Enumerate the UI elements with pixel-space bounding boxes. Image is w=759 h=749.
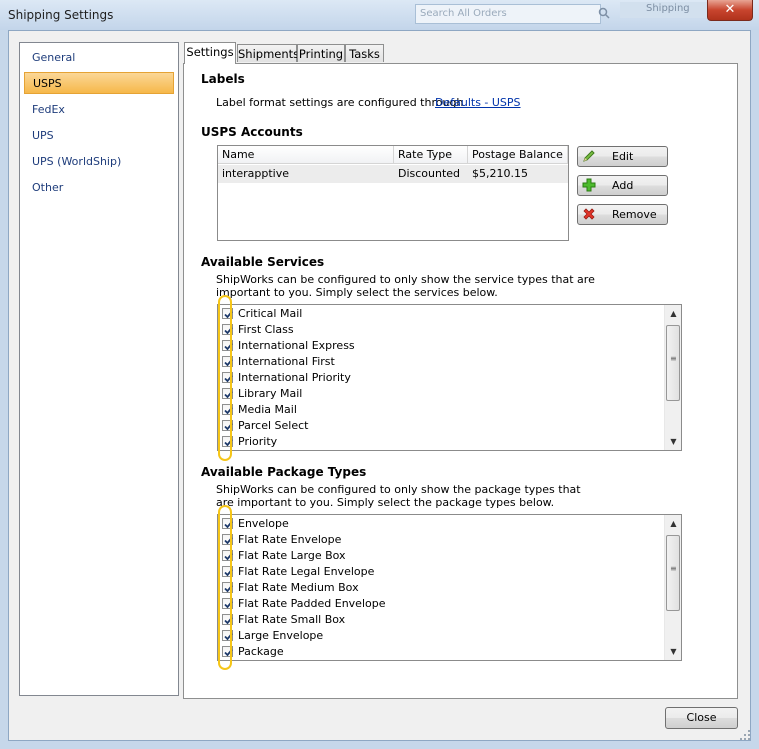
remove-button[interactable]: Remove [577,204,668,225]
list-item-label: International Priority [238,371,351,384]
close-button[interactable]: Close [665,707,738,729]
package-type-item[interactable]: Flat Rate Small Box [220,612,660,628]
packages-description-line-1: ShipWorks can be configured to only show… [216,483,581,496]
sidebar-item-usps[interactable]: USPS [24,72,174,94]
usps-accounts-heading: USPS Accounts [201,125,303,139]
service-item[interactable]: Library Mail [220,386,660,402]
service-item[interactable]: First Class [220,322,660,338]
package-type-item[interactable]: Flat Rate Medium Box [220,580,660,596]
resize-grip-icon[interactable] [739,729,751,741]
cell-name: interapptive [218,165,394,183]
window-close-button[interactable]: ✕ [707,0,753,21]
scroll-up-arrow-icon[interactable]: ▲ [665,305,682,322]
red-x-icon [583,208,595,220]
sidebar: General USPS FedEx UPS UPS (WorldShip) O… [19,42,179,696]
sidebar-item-ups[interactable]: UPS [24,125,174,147]
scroll-thumb[interactable]: ≡ [666,325,680,401]
package-type-item[interactable]: Flat Rate Envelope [220,532,660,548]
add-button[interactable]: Add [577,175,668,196]
sidebar-item-ups-worldship[interactable]: UPS (WorldShip) [24,151,174,173]
available-package-types-heading: Available Package Types [201,465,367,479]
edit-button[interactable]: Edit [577,146,668,167]
list-item-label: Large Envelope [238,629,324,642]
list-item-label: Flat Rate Medium Box [238,581,359,594]
package-types-checklist: ▲ ≡ ▼ Envelope Flat Rate Envelope Flat Rat… [217,514,682,661]
tab-tasks[interactable]: Tasks [345,44,384,62]
search-icon [598,7,610,19]
cell-rate-type: Discounted [394,165,468,183]
scroll-down-arrow-icon[interactable]: ▼ [665,433,682,450]
list-item-label: Envelope [238,517,289,530]
scroll-up-arrow-icon[interactable]: ▲ [665,515,682,532]
list-item-label: Flat Rate Large Box [238,549,346,562]
services-description-line-1: ShipWorks can be configured to only show… [216,273,595,286]
defaults-usps-link[interactable]: Defaults - USPS [435,96,521,109]
service-item[interactable]: Media Mail [220,402,660,418]
scroll-thumb[interactable]: ≡ [666,535,680,611]
list-item-label: Library Mail [238,387,303,400]
tab-printing[interactable]: Printing [297,44,345,62]
scroll-down-arrow-icon[interactable]: ▼ [665,643,682,660]
list-item-label: Media Mail [238,403,297,416]
services-description-line-2: important to you. Simply select the serv… [216,286,498,299]
sidebar-item-fedex[interactable]: FedEx [24,99,174,121]
service-item[interactable]: Critical Mail [220,306,660,322]
service-item[interactable]: Priority [220,434,660,450]
available-services-heading: Available Services [201,255,325,269]
labels-description: Label format settings are configured thr… [216,96,464,109]
sidebar-item-general[interactable]: General [24,47,174,69]
plus-icon [582,178,596,192]
package-type-item[interactable]: Envelope [220,516,660,532]
packages-description-line-2: are important to you. Simply select the … [216,496,555,509]
services-scrollbar[interactable]: ▲ ≡ ▼ [664,305,681,450]
list-item-label: Package [238,645,284,658]
list-item-label: First Class [238,323,294,336]
services-checklist: ▲ ≡ ▼ Critical Mail First Class Internatio… [217,304,682,451]
labels-heading: Labels [201,72,245,86]
service-item[interactable]: International First [220,354,660,370]
list-item-label: Flat Rate Envelope [238,533,342,546]
service-item[interactable]: Parcel Select [220,418,660,434]
list-item-label: Flat Rate Small Box [238,613,346,626]
highlight-ellipse-services [218,295,232,461]
list-item-label: Flat Rate Padded Envelope [238,597,386,610]
accounts-grid: Name Rate Type Postage Balance interappt… [217,145,569,241]
service-item[interactable]: International Priority [220,370,660,386]
close-icon: ✕ [724,2,736,17]
package-type-item[interactable]: Flat Rate Legal Envelope [220,564,660,580]
window-title: Shipping Settings [8,8,114,22]
add-label: Add [612,179,634,192]
list-item-label: Priority [238,435,278,448]
list-item-label: International Express [238,339,355,352]
package-type-item[interactable]: Flat Rate Padded Envelope [220,596,660,612]
tab-settings[interactable]: Settings [184,42,236,64]
column-header-postage-balance[interactable]: Postage Balance [468,146,568,164]
package-type-item[interactable]: Large Envelope [220,628,660,644]
highlight-ellipse-package-types [218,505,232,670]
cell-postage-balance: $5,210.15 [468,165,568,183]
sidebar-item-other[interactable]: Other [24,177,174,199]
edit-label: Edit [612,150,634,163]
background-search-field: Search All Orders [415,4,601,24]
tab-shipments[interactable]: Shipments [237,44,299,62]
package-type-item[interactable]: Package [220,644,660,660]
pencil-icon [583,150,595,162]
list-item-label: Critical Mail [238,307,303,320]
service-item[interactable]: International Express [220,338,660,354]
list-item-label: International First [238,355,335,368]
remove-label: Remove [612,208,657,221]
list-item-label: Flat Rate Legal Envelope [238,565,375,578]
package-type-item[interactable]: Flat Rate Large Box [220,548,660,564]
list-item-label: Parcel Select [238,419,309,432]
column-header-name[interactable]: Name [218,146,394,164]
package-types-scrollbar[interactable]: ▲ ≡ ▼ [664,515,681,660]
column-header-rate-type[interactable]: Rate Type [394,146,468,164]
